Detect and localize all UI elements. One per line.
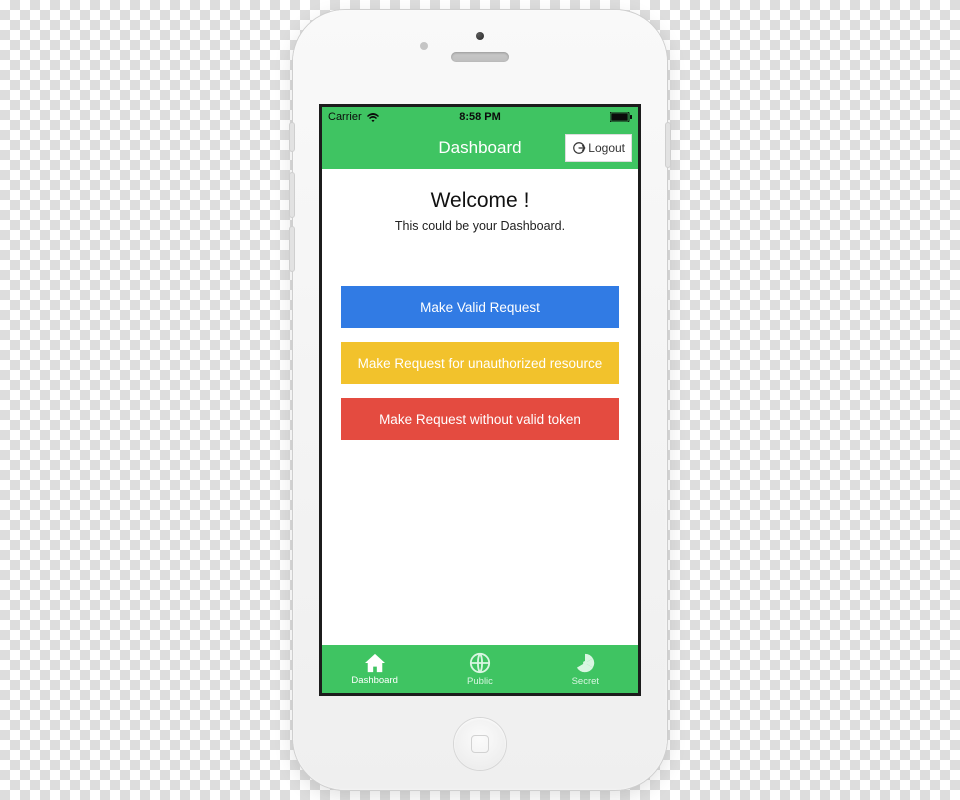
home-icon [364,653,386,675]
welcome-subtitle: This could be your Dashboard. [395,219,565,233]
page-title: Dashboard [438,138,521,158]
button-label: Make Request without valid token [379,412,581,427]
logout-icon [572,141,586,155]
tab-dashboard[interactable]: Dashboard [322,645,427,693]
content-area: Welcome ! This could be your Dashboard. … [322,169,638,645]
battery-icon [610,112,632,122]
make-unauthorized-request-button[interactable]: Make Request for unauthorized resource [341,342,619,384]
phone-home-button [454,718,506,770]
wifi-icon [367,113,379,122]
phone-earpiece [451,52,509,62]
phone-power-button [665,122,671,168]
make-valid-request-button[interactable]: Make Valid Request [341,286,619,328]
logout-button[interactable]: Logout [565,134,632,162]
make-no-token-request-button[interactable]: Make Request without valid token [341,398,619,440]
status-right [610,112,632,122]
app-screen: Carrier 8:58 PM [319,104,641,696]
clock-label: 8:58 PM [459,111,501,123]
stage: Carrier 8:58 PM [0,0,960,800]
tab-secret[interactable]: Secret [533,645,638,693]
phone-sensor [420,42,428,50]
nav-bar: Dashboard Logout [322,127,638,169]
radiation-icon [574,652,596,676]
tab-bar: Dashboard Public [322,645,638,693]
phone-mute-switch [289,122,295,152]
phone-camera [476,32,484,40]
carrier-label: Carrier [328,111,362,123]
status-bar: Carrier 8:58 PM [322,107,638,127]
tab-label: Secret [572,676,599,687]
phone-volume-up [289,172,295,218]
status-left: Carrier [328,111,379,123]
tab-label: Public [467,676,493,687]
tab-label: Dashboard [351,675,397,686]
button-label: Make Valid Request [420,300,540,315]
phone-frame: Carrier 8:58 PM [293,10,667,790]
globe-icon [469,652,491,676]
logout-label: Logout [588,141,625,155]
tab-public[interactable]: Public [427,645,532,693]
phone-volume-down [289,226,295,272]
button-label: Make Request for unauthorized resource [358,356,603,371]
welcome-title: Welcome ! [431,189,530,213]
